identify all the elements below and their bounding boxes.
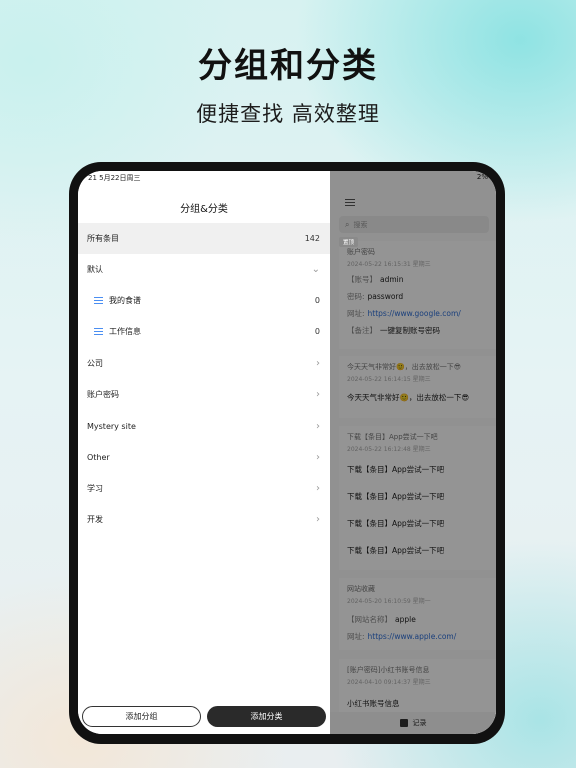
chevron-down-icon: ⌄ [311, 264, 320, 275]
item-count: 0 [314, 327, 320, 336]
sidebar-item-label: 工作信息 [109, 327, 141, 336]
dim-overlay[interactable] [330, 171, 496, 734]
sidebar-group-company[interactable]: 公司 › [78, 348, 330, 379]
sidebar-category-work[interactable]: 工作信息 0 [78, 316, 330, 347]
chevron-right-icon: › [316, 514, 320, 525]
list-icon [94, 328, 103, 336]
tablet-frame: 2% ⌕ 搜索 置顶 账户密码 2024-05-22 16:15:31 星期三 … [69, 162, 505, 744]
sidebar-item-label: 公司 [87, 359, 103, 368]
sidebar-item-label: 默认 [87, 265, 103, 274]
item-count: 0 [314, 296, 320, 305]
chevron-right-icon: › [316, 421, 320, 432]
chevron-right-icon: › [316, 483, 320, 494]
add-category-button[interactable]: 添加分类 [207, 706, 326, 727]
sidebar-item-all[interactable]: 所有条目 142 [78, 223, 330, 254]
sidebar-item-label: 开发 [87, 515, 103, 524]
sidebar-group-study[interactable]: 学习 › [78, 473, 330, 504]
sidebar-category-recipes[interactable]: 我的食谱 0 [78, 285, 330, 316]
sidebar-item-label: 学习 [87, 484, 103, 493]
sidebar-group-dev[interactable]: 开发 › [78, 504, 330, 535]
sidebar-item-label: 我的食谱 [109, 296, 141, 305]
sidebar-group-mystery[interactable]: Mystery site › [78, 411, 330, 442]
sidebar-group-default[interactable]: 默认 ⌄ [78, 254, 330, 285]
add-group-button[interactable]: 添加分组 [82, 706, 201, 727]
sidebar-title: 分组&分类 [180, 204, 228, 215]
groups-sidebar: 21 5月22日周三 分组&分类 所有条目 142 默认 ⌄ 我的食谱 0 工作… [78, 171, 330, 734]
chevron-right-icon: › [316, 452, 320, 463]
sidebar-item-label: 账户密码 [87, 390, 119, 399]
list-icon [94, 297, 103, 305]
sidebar-group-accounts[interactable]: 账户密码 › [78, 379, 330, 410]
sidebar-item-label: Mystery site [87, 422, 136, 431]
chevron-right-icon: › [316, 358, 320, 369]
sidebar-item-label: 所有条目 [87, 234, 119, 243]
records-pane: 2% ⌕ 搜索 置顶 账户密码 2024-05-22 16:15:31 星期三 … [330, 171, 496, 734]
pinned-badge: 置顶 [339, 237, 359, 247]
tablet-screen: 2% ⌕ 搜索 置顶 账户密码 2024-05-22 16:15:31 星期三 … [78, 171, 496, 734]
status-time-date: 21 5月22日周三 [88, 174, 141, 182]
sidebar-item-label: Other [87, 453, 110, 462]
promo-headline: 分组和分类 [198, 46, 378, 86]
sidebar-group-other[interactable]: Other › [78, 442, 330, 473]
item-count: 142 [304, 234, 320, 243]
promo-subline: 便捷查找 高效整理 [196, 102, 380, 126]
chevron-right-icon: › [316, 389, 320, 400]
